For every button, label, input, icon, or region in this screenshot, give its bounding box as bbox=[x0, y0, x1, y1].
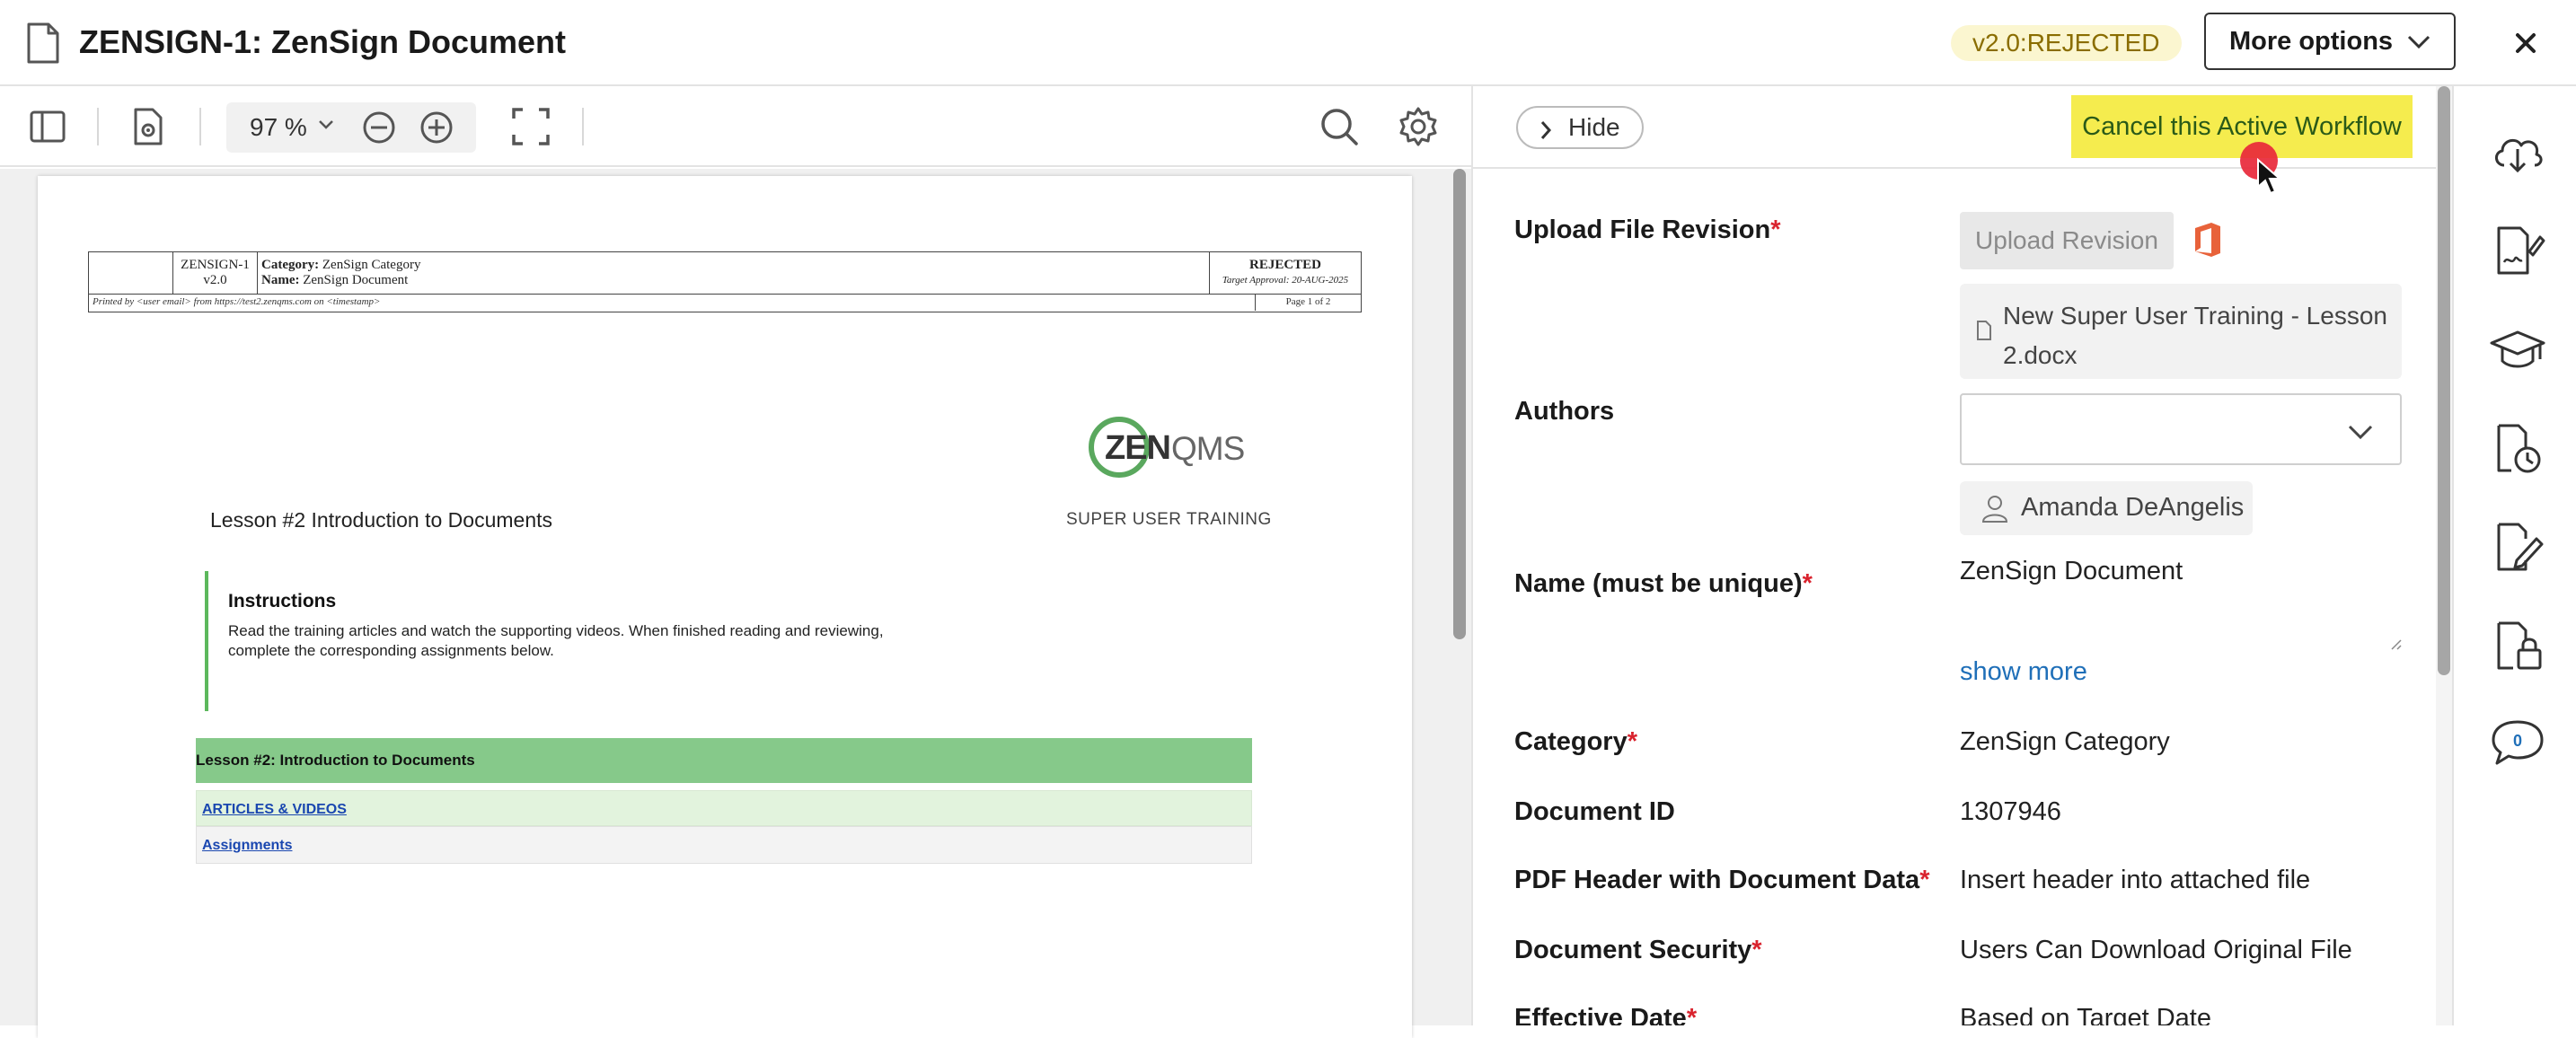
chevron-down-icon bbox=[2348, 425, 2373, 440]
zoom-control: 97 % bbox=[226, 102, 476, 153]
document-security-label: Document Security* bbox=[1514, 936, 1762, 964]
file-icon bbox=[1977, 321, 1991, 340]
lesson-section-bar: Lesson #2: Introduction to Documents bbox=[196, 738, 1252, 783]
sidebar-toggle-icon[interactable] bbox=[27, 106, 68, 147]
viewer-scrollbar-thumb[interactable] bbox=[1453, 169, 1466, 639]
cloud-download-icon[interactable] bbox=[2490, 126, 2545, 178]
document-lock-icon[interactable] bbox=[2490, 620, 2545, 672]
header-target-approval: Target Approval: 20-AUG-2025 bbox=[1222, 275, 1349, 286]
name-value: ZenSign Document bbox=[1960, 557, 2183, 585]
chevron-down-icon bbox=[2407, 35, 2430, 49]
toolbar-divider bbox=[97, 108, 99, 145]
logo-text-zen: ZEN bbox=[1105, 429, 1171, 467]
upload-revision-button[interactable]: Upload Revision bbox=[1960, 212, 2174, 269]
zenqms-logo: ZEN QMS bbox=[1089, 417, 1250, 479]
more-options-dropdown[interactable]: More options bbox=[2204, 13, 2456, 70]
category-value: ZenSign Category bbox=[1960, 727, 2170, 756]
more-options-label: More options bbox=[2229, 26, 2394, 56]
header-status: REJECTED bbox=[1248, 258, 1322, 272]
fullscreen-icon[interactable] bbox=[510, 106, 551, 147]
document-details-form: Upload File Revision* Upload Revision Ne… bbox=[1473, 171, 2436, 1025]
zoom-in-icon[interactable] bbox=[419, 110, 454, 145]
cancel-active-workflow-button[interactable]: Cancel this Active Workflow bbox=[2071, 95, 2413, 158]
header-name-label: Name: bbox=[261, 273, 300, 287]
gear-icon[interactable] bbox=[1398, 106, 1439, 147]
assignments-row: Assignments bbox=[196, 826, 1252, 864]
lesson-title: Lesson #2 Introduction to Documents bbox=[210, 508, 553, 532]
panel-scrollbar-thumb[interactable] bbox=[2438, 86, 2450, 675]
toolbar-divider bbox=[582, 108, 584, 145]
comments-icon[interactable]: 0 bbox=[2490, 717, 2545, 769]
articles-videos-link[interactable]: ARTICLES & VIDEOS bbox=[202, 802, 347, 818]
header-category-value: ZenSign Category bbox=[322, 258, 421, 272]
document-header-footer: Printed by <user email> from https://tes… bbox=[88, 295, 1362, 312]
viewer-toolbar: 97 % bbox=[0, 86, 1471, 167]
hide-panel-button[interactable]: Hide bbox=[1516, 106, 1644, 149]
document-id-label: Document ID bbox=[1514, 797, 1675, 826]
document-icon bbox=[27, 22, 59, 64]
header-category-label: Category: bbox=[261, 258, 320, 272]
attached-file-name: New Super User Training - Lesson 2.docx bbox=[2003, 302, 2387, 369]
document-viewer[interactable]: ZENSIGN-1 v2.0 Category: ZenSign Categor… bbox=[0, 169, 1471, 1038]
instructions-body: Read the training articles and watch the… bbox=[228, 622, 884, 659]
pdf-header-value: Insert header into attached file bbox=[1960, 866, 2311, 894]
comment-count: 0 bbox=[2513, 732, 2522, 750]
search-icon[interactable] bbox=[1319, 106, 1360, 147]
user-icon bbox=[1981, 496, 2008, 523]
assignments-link[interactable]: Assignments bbox=[202, 838, 292, 854]
page-title: ZENSIGN-1: ZenSign Document bbox=[79, 23, 567, 60]
attached-file-chip[interactable]: New Super User Training - Lesson 2.docx bbox=[1960, 284, 2402, 379]
resize-grip-icon[interactable] bbox=[2387, 636, 2402, 650]
author-name: Amanda DeAngelis bbox=[2021, 493, 2245, 522]
document-header-table: ZENSIGN-1 v2.0 Category: ZenSign Categor… bbox=[88, 251, 1362, 295]
document-edit-icon[interactable] bbox=[2490, 521, 2545, 573]
name-label: Name (must be unique)* bbox=[1514, 569, 1813, 598]
instructions-box: Instructions Read the training articles … bbox=[205, 571, 941, 711]
show-more-link[interactable]: show more bbox=[1960, 657, 2087, 687]
document-sign-icon[interactable] bbox=[2490, 224, 2545, 277]
effective-date-label: Effective Date* bbox=[1514, 1004, 1698, 1025]
upload-file-revision-label: Upload File Revision* bbox=[1514, 216, 1781, 244]
right-icon-rail: 0 bbox=[2452, 86, 2576, 1025]
document-security-value: Users Can Download Original File bbox=[1960, 936, 2352, 964]
logo-subtitle: SUPER USER TRAINING bbox=[1066, 510, 1272, 529]
document-history-icon[interactable] bbox=[2490, 422, 2545, 474]
hide-label: Hide bbox=[1568, 113, 1620, 141]
document-properties-icon[interactable] bbox=[128, 106, 169, 147]
name-textarea[interactable]: ZenSign Document bbox=[1960, 557, 2402, 650]
zoom-chevron-down-icon[interactable] bbox=[318, 119, 334, 131]
version-status-badge: v2.0:REJECTED bbox=[1951, 25, 2182, 61]
author-chip[interactable]: Amanda DeAngelis bbox=[1960, 481, 2253, 535]
chevron-right-icon bbox=[1540, 121, 1552, 139]
category-label: Category* bbox=[1514, 727, 1637, 756]
title-bar: ZENSIGN-1: ZenSign Document v2.0:REJECTE… bbox=[0, 0, 2576, 86]
toolbar-divider bbox=[199, 108, 201, 145]
zoom-out-icon[interactable] bbox=[361, 110, 397, 145]
header-doc-id: ZENSIGN-1 bbox=[181, 258, 250, 272]
logo-text-qms: QMS bbox=[1171, 430, 1245, 467]
header-version: v2.0 bbox=[203, 273, 227, 287]
document-page: ZENSIGN-1 v2.0 Category: ZenSign Categor… bbox=[38, 176, 1412, 1038]
close-icon[interactable] bbox=[2508, 25, 2544, 61]
viewer-scrollbar[interactable] bbox=[1453, 169, 1466, 639]
printed-by-text: Printed by <user email> from https://tes… bbox=[93, 296, 381, 307]
authors-label: Authors bbox=[1514, 397, 1615, 426]
office-icon[interactable] bbox=[2192, 221, 2224, 259]
pdf-header-label: PDF Header with Document Data* bbox=[1514, 866, 1930, 894]
articles-row: ARTICLES & VIDEOS bbox=[196, 790, 1252, 826]
page-count: Page 1 of 2 bbox=[1255, 295, 1361, 311]
zoom-value[interactable]: 97 % bbox=[250, 113, 307, 142]
instructions-heading: Instructions bbox=[228, 591, 337, 611]
authors-select[interactable] bbox=[1960, 393, 2402, 465]
graduation-cap-icon[interactable] bbox=[2490, 323, 2545, 375]
panel-scrollbar[interactable] bbox=[2436, 86, 2452, 1025]
effective-date-value: Based on Target Date bbox=[1960, 1004, 2211, 1025]
header-name-value: ZenSign Document bbox=[303, 273, 409, 287]
document-id-value: 1307946 bbox=[1960, 797, 2061, 826]
details-panel-header: Hide Cancel this Active Workflow bbox=[1473, 86, 2436, 169]
